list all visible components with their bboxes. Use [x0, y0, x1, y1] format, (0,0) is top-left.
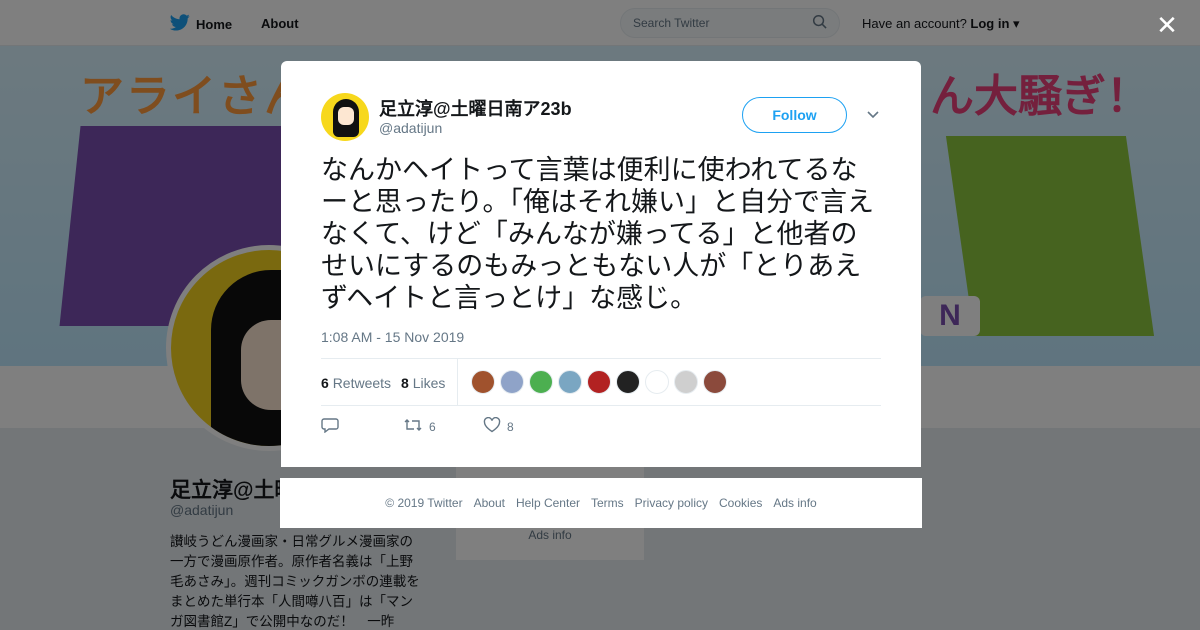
retweets-count: 6 — [321, 375, 329, 391]
reply-icon — [321, 417, 339, 436]
footer-ads-link[interactable]: Ads info — [773, 496, 816, 510]
retweet-icon — [403, 417, 423, 436]
footer-copyright: © 2019 Twitter — [385, 496, 463, 510]
liker-avatar[interactable] — [529, 370, 553, 394]
liker-avatar[interactable] — [587, 370, 611, 394]
tweet-timestamp[interactable]: 1:08 AM - 15 Nov 2019 — [321, 329, 464, 345]
likes-label: Likes — [412, 375, 446, 391]
follow-button[interactable]: Follow — [742, 97, 847, 133]
liker-avatar[interactable] — [616, 370, 640, 394]
liker-avatar[interactable] — [703, 370, 727, 394]
modal-footer: © 2019 Twitter About Help Center Terms P… — [280, 478, 922, 528]
author-handle[interactable]: @adatijun — [379, 120, 442, 136]
footer-help-link[interactable]: Help Center — [516, 496, 580, 510]
author-avatar[interactable] — [321, 93, 369, 141]
close-icon[interactable]: ✕ — [1154, 12, 1180, 38]
footer-cookies-link[interactable]: Cookies — [719, 496, 762, 510]
liker-avatar[interactable] — [674, 370, 698, 394]
retweet-count: 6 — [429, 419, 436, 434]
tweet-stats: 6 Retweets 8 Likes — [321, 358, 881, 406]
footer-about-link[interactable]: About — [474, 496, 505, 510]
likes-count: 8 — [401, 375, 409, 391]
reply-button[interactable] — [321, 417, 345, 436]
heart-icon — [483, 416, 501, 436]
footer-privacy-link[interactable]: Privacy policy — [635, 496, 708, 510]
footer-terms-link[interactable]: Terms — [591, 496, 624, 510]
tweet-modal: 足立淳@土曜日南ア23b @adatijun Follow なんかヘイトって言葉… — [281, 61, 921, 467]
retweets-stat[interactable]: 6 Retweets — [321, 375, 391, 391]
liker-avatar[interactable] — [471, 370, 495, 394]
likes-stat[interactable]: 8 Likes — [401, 375, 445, 391]
liker-avatars — [471, 370, 727, 394]
stats-divider — [457, 359, 458, 405]
liker-avatar[interactable] — [645, 370, 669, 394]
tweet-text: なんかヘイトって言葉は便利に使われてるなーと思ったり。「俺はそれ嫌い」と自分で言… — [321, 155, 874, 314]
retweets-label: Retweets — [332, 375, 392, 391]
author-name[interactable]: 足立淳@土曜日南ア23b — [379, 95, 572, 121]
liker-avatar[interactable] — [558, 370, 582, 394]
chevron-down-icon[interactable] — [865, 106, 881, 122]
retweet-button[interactable]: 6 — [403, 417, 436, 436]
like-count: 8 — [507, 419, 514, 434]
tweet-actions: 6 8 — [321, 416, 621, 437]
like-button[interactable]: 8 — [483, 416, 514, 436]
liker-avatar[interactable] — [500, 370, 524, 394]
